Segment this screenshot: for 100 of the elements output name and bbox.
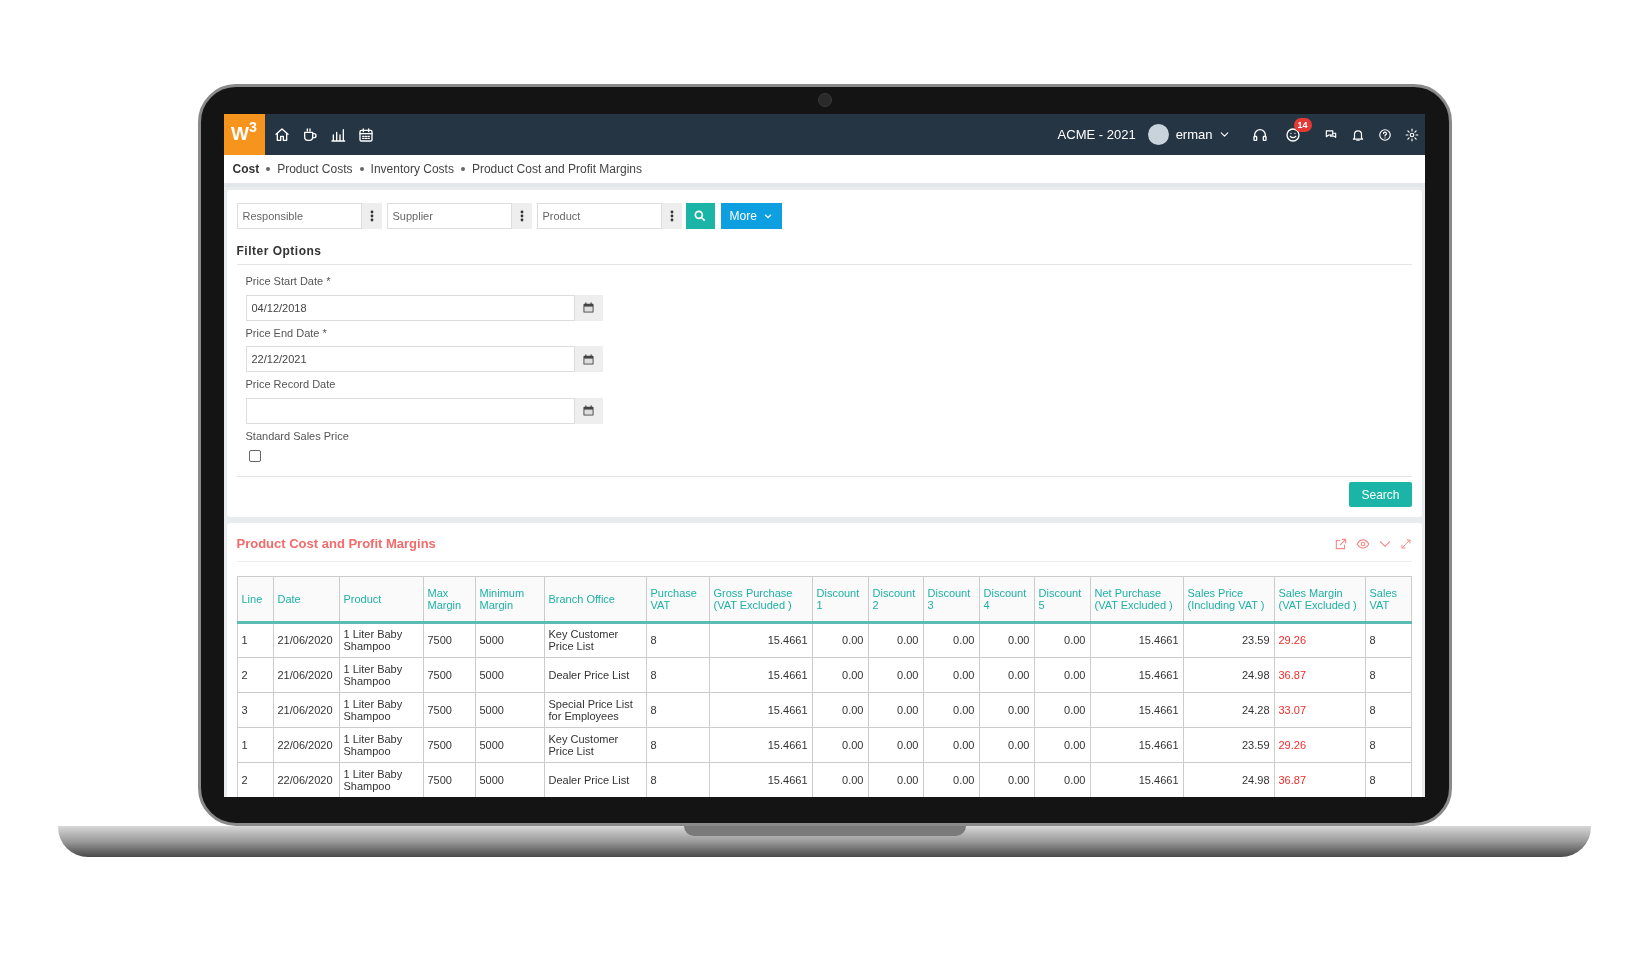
date-field[interactable] bbox=[245, 397, 575, 424]
column-header[interactable]: Sales Margin (VAT Excluded ) bbox=[1274, 576, 1365, 622]
calendar-icon[interactable] bbox=[357, 126, 374, 143]
table-cell: 29.26 bbox=[1274, 727, 1365, 762]
column-header[interactable]: Discount 4 bbox=[979, 576, 1034, 622]
calendar-icon bbox=[583, 302, 594, 313]
breadcrumb-item[interactable]: Product Cost and Profit Margins bbox=[471, 160, 642, 178]
column-header[interactable]: Max Margin bbox=[423, 576, 475, 622]
column-header[interactable]: Net Purchase (VAT Excluded ) bbox=[1090, 576, 1183, 622]
bell-icon[interactable] bbox=[1350, 127, 1365, 142]
lookup-field[interactable]: Product bbox=[536, 203, 662, 229]
kebab-menu-icon bbox=[369, 210, 374, 222]
table-cell: 5000 bbox=[475, 692, 544, 727]
table-cell: Special Price List for Employees bbox=[544, 692, 646, 727]
table-cell: 5000 bbox=[475, 657, 544, 692]
table-cell: 0.00 bbox=[1034, 622, 1090, 657]
table-cell: 0.00 bbox=[979, 727, 1034, 762]
breadcrumb-item[interactable]: Product Costs bbox=[277, 160, 353, 178]
table-cell: 0.00 bbox=[868, 657, 923, 692]
column-header[interactable]: Line bbox=[237, 576, 273, 622]
field-label: Price Start Date * bbox=[245, 274, 332, 289]
calendar-icon bbox=[583, 353, 594, 365]
table-cell: 8 bbox=[646, 622, 709, 657]
table-cell: 23.59 bbox=[1183, 727, 1274, 762]
checkbox[interactable] bbox=[248, 450, 261, 462]
lookup-field[interactable]: Responsible bbox=[236, 203, 362, 229]
field-label: Price End Date * bbox=[245, 325, 328, 341]
table-cell: 2 bbox=[237, 657, 273, 692]
app-logo[interactable]: W$^{3}$ bbox=[223, 114, 265, 155]
table-cell: 8 bbox=[1365, 692, 1411, 727]
table-cell: Dealer Price List bbox=[544, 657, 646, 692]
search-button[interactable]: Search bbox=[1349, 482, 1412, 507]
section-title: Filter Options bbox=[236, 242, 1412, 265]
date-field[interactable]: 22/12/2021 bbox=[245, 346, 575, 372]
calendar-button[interactable] bbox=[574, 294, 603, 321]
panel-title: Product Cost and Profit Margins bbox=[236, 535, 436, 553]
table-cell: 0.00 bbox=[812, 727, 868, 762]
kebab-menu-icon bbox=[519, 210, 524, 222]
home-icon[interactable] bbox=[273, 126, 290, 143]
column-header[interactable]: Discount 1 bbox=[812, 576, 868, 622]
table-cell: 0.00 bbox=[1034, 657, 1090, 692]
table-cell: 8 bbox=[1365, 727, 1411, 762]
table-cell: 0.00 bbox=[868, 727, 923, 762]
bar-chart-icon[interactable] bbox=[329, 126, 346, 143]
table-cell: 15.4661 bbox=[709, 657, 812, 692]
column-header[interactable]: Discount 3 bbox=[923, 576, 979, 622]
options-button[interactable] bbox=[661, 203, 682, 229]
lookup-field[interactable]: Supplier bbox=[386, 203, 512, 229]
smiley-icon[interactable] bbox=[1284, 126, 1301, 143]
table-cell: 0.00 bbox=[868, 692, 923, 727]
column-header[interactable]: Sales VAT bbox=[1365, 576, 1411, 622]
help-icon[interactable] bbox=[1377, 127, 1392, 142]
table-cell: 8 bbox=[646, 727, 709, 762]
field-label: Standard Sales Price bbox=[245, 428, 350, 444]
table-cell: 5000 bbox=[475, 727, 544, 762]
company-name[interactable]: ACME - 2021 bbox=[1057, 124, 1136, 145]
table-cell: 33.07 bbox=[1274, 692, 1365, 727]
cup-icon[interactable] bbox=[301, 126, 318, 143]
table-cell: 8 bbox=[646, 692, 709, 727]
options-button[interactable] bbox=[511, 203, 532, 229]
field-label: Price Record Date bbox=[245, 377, 337, 392]
column-header[interactable]: Purchase VAT bbox=[646, 576, 709, 622]
search-icon bbox=[693, 209, 707, 223]
column-header[interactable]: Branch Office bbox=[544, 576, 646, 622]
breadcrumb-item[interactable]: Inventory Costs bbox=[370, 160, 454, 178]
table-cell: 15.4661 bbox=[709, 727, 812, 762]
table-cell: 7500 bbox=[423, 657, 475, 692]
table-cell: 8 bbox=[1365, 657, 1411, 692]
table-cell: 0.00 bbox=[979, 657, 1034, 692]
column-header[interactable]: Date bbox=[273, 576, 339, 622]
table-cell: 24.98 bbox=[1183, 657, 1274, 692]
table-cell: 21/06/2020 bbox=[273, 622, 339, 657]
more-button[interactable]: More bbox=[720, 203, 782, 229]
settings-icon[interactable] bbox=[1404, 127, 1419, 142]
column-header[interactable]: Product bbox=[339, 576, 423, 622]
calendar-button[interactable] bbox=[574, 397, 603, 424]
table-cell: 24.28 bbox=[1183, 692, 1274, 727]
table-cell: 36.87 bbox=[1274, 657, 1365, 692]
user-name[interactable]: erman bbox=[1175, 124, 1213, 145]
table-cell: 0.00 bbox=[923, 727, 979, 762]
column-header[interactable]: Discount 5 bbox=[1034, 576, 1090, 622]
column-header[interactable]: Discount 2 bbox=[868, 576, 923, 622]
column-header[interactable]: Minimum Margin bbox=[475, 576, 544, 622]
breadcrumb-item[interactable]: Cost bbox=[232, 160, 260, 178]
headset-icon[interactable] bbox=[1251, 126, 1268, 143]
options-button[interactable] bbox=[361, 203, 382, 229]
table-cell: 21/06/2020 bbox=[273, 692, 339, 727]
table-cell: 23.59 bbox=[1183, 622, 1274, 657]
table-cell: 7500 bbox=[423, 692, 475, 727]
table-cell: 15.4661 bbox=[1090, 727, 1183, 762]
table-cell: 1 Liter Baby Shampoo bbox=[339, 692, 423, 727]
table-cell: 0.00 bbox=[1034, 692, 1090, 727]
avatar-icon[interactable] bbox=[1147, 124, 1169, 145]
calendar-button[interactable] bbox=[574, 346, 603, 372]
table-cell: 0.00 bbox=[868, 622, 923, 657]
column-header[interactable]: Gross Purchase (VAT Excluded ) bbox=[709, 576, 812, 622]
table-cell: 0.00 bbox=[979, 692, 1034, 727]
date-field[interactable]: 04/12/2018 bbox=[245, 294, 575, 321]
table-cell: 15.4661 bbox=[1090, 692, 1183, 727]
column-header[interactable]: Sales Price (Including VAT ) bbox=[1183, 576, 1274, 622]
